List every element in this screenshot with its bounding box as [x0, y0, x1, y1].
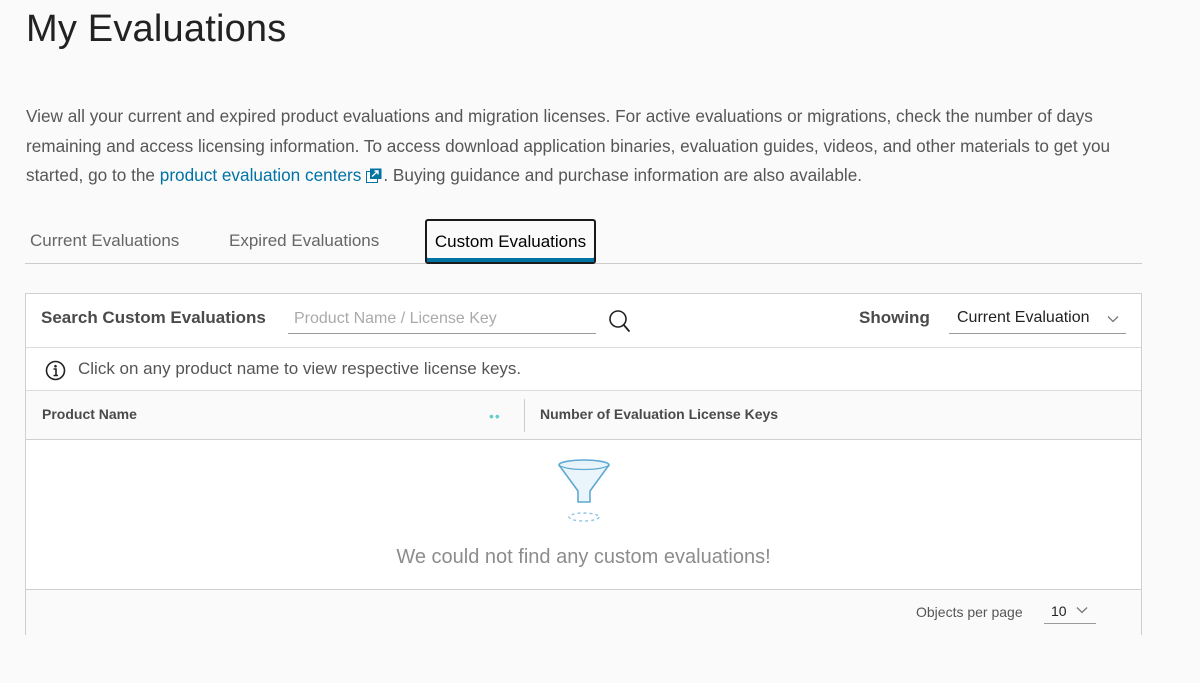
empty-message: We could not find any custom evaluations…	[396, 546, 771, 568]
custom-evaluations-panel: Search Custom Evaluations Showing Curren…	[25, 293, 1142, 635]
info-text: Click on any product name to view respec…	[78, 359, 522, 378]
tab-expired-evaluations[interactable]: Expired Evaluations	[229, 219, 379, 263]
grid-footer: Objects per page 10	[26, 589, 1141, 635]
filter-funnel-icon	[558, 459, 610, 522]
evaluation-tabs: Current Evaluations Expired Evaluations …	[25, 219, 1142, 264]
column-resize-handle[interactable]: ••	[489, 408, 501, 424]
page-title: My Evaluations	[26, 8, 287, 50]
objects-per-page-select[interactable]: 10	[1044, 598, 1096, 624]
info-banner: Click on any product name to view respec…	[26, 348, 1141, 391]
showing-select[interactable]: Current Evaluation	[949, 306, 1126, 334]
search-icon[interactable]	[608, 309, 632, 335]
column-separator[interactable]	[524, 399, 525, 432]
search-input[interactable]	[288, 305, 596, 334]
column-header-product-name[interactable]: Product Name	[42, 406, 137, 422]
info-icon	[45, 360, 66, 381]
tab-custom-evaluations[interactable]: Custom Evaluations	[425, 219, 596, 264]
search-toolbar: Search Custom Evaluations Showing Curren…	[26, 294, 1141, 348]
tab-current-evaluations[interactable]: Current Evaluations	[30, 219, 179, 263]
grid-header: Product Name •• Number of Evaluation Lic…	[26, 391, 1141, 440]
search-label: Search Custom Evaluations	[41, 308, 266, 327]
objects-per-page-label: Objects per page	[916, 604, 1023, 620]
external-link-icon[interactable]	[366, 168, 382, 183]
objects-per-page-value: 10	[1051, 603, 1067, 619]
column-header-license-keys[interactable]: Number of Evaluation License Keys	[540, 406, 778, 422]
intro-paragraph: View all your current and expired produc…	[26, 102, 1156, 191]
intro-text-end: . Buying guidance and purchase informati…	[383, 165, 863, 185]
chevron-down-icon	[1107, 316, 1119, 323]
showing-label: Showing	[859, 308, 930, 327]
showing-selected-value: Current Evaluation	[957, 309, 1090, 326]
product-evaluation-centers-link[interactable]: product evaluation centers	[160, 165, 362, 185]
grid-empty-state: We could not find any custom evaluations…	[26, 440, 1141, 590]
chevron-down-icon	[1076, 607, 1088, 614]
